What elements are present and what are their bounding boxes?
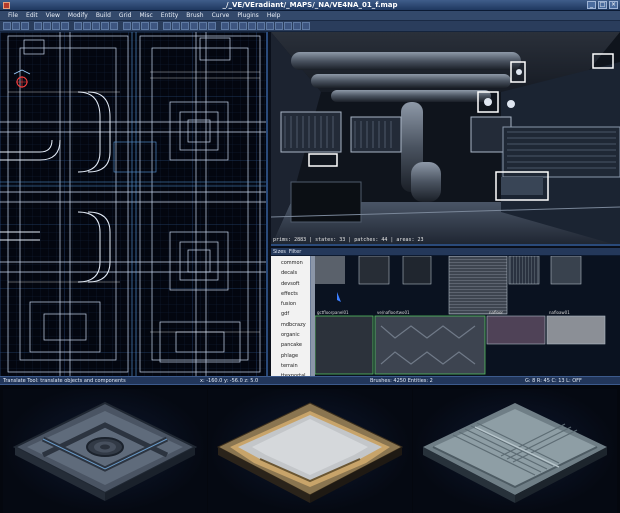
tab-filter[interactable]: Filter xyxy=(289,248,301,255)
folder-item[interactable]: phlage xyxy=(271,351,310,361)
window-controls: _ □ × xyxy=(587,1,618,9)
menu-grid[interactable]: Grid xyxy=(115,11,136,20)
toolbar-button[interactable] xyxy=(239,22,247,30)
folder-item[interactable]: organic xyxy=(271,330,310,340)
folder-item[interactable]: mdbcrazy xyxy=(271,320,310,330)
close-button[interactable]: × xyxy=(609,1,618,9)
folder-item[interactable]: decals xyxy=(271,268,310,278)
status-grid-info: G: 8 R: 45 C: 13 L: OFF xyxy=(525,378,582,384)
texture-label: ve/nafloortwo01 xyxy=(377,310,410,315)
status-counts: Brushes: 4250 Entities: 2 xyxy=(370,378,433,384)
floor-tile-preview-marble xyxy=(208,389,412,513)
folder-item[interactable]: devsoft xyxy=(271,279,310,289)
menu-brush[interactable]: Brush xyxy=(182,11,207,20)
floor-tile-preview-vent xyxy=(3,389,207,513)
minimize-button[interactable]: _ xyxy=(587,1,596,9)
tab-sizes[interactable]: Sizes xyxy=(273,248,286,255)
toolbar-button[interactable] xyxy=(275,22,283,30)
toolbar-button[interactable] xyxy=(101,22,109,30)
folder-item[interactable]: common xyxy=(271,258,310,268)
menu-build[interactable]: Build xyxy=(92,11,115,20)
camera-stats: prims: 2883 | states: 33 | patches: 44 |… xyxy=(273,237,424,243)
toolbar-button[interactable] xyxy=(141,22,149,30)
menu-modify[interactable]: Modify xyxy=(64,11,92,20)
menu-bar: File Edit View Modify Build Grid Misc En… xyxy=(0,11,620,21)
toolbar-button[interactable] xyxy=(199,22,207,30)
toolbar-button[interactable] xyxy=(92,22,100,30)
toolbar-button[interactable] xyxy=(257,22,265,30)
floor-tile-render-marble xyxy=(216,402,404,503)
texture-folder-list: common decals devsoft effects fusion gdf… xyxy=(271,256,311,392)
texture-label: gctfloorpanel01 xyxy=(317,310,349,315)
toolbar-button[interactable] xyxy=(230,22,238,30)
toolbar-button[interactable] xyxy=(3,22,11,30)
floor-tile-render-grate xyxy=(423,403,607,503)
toolbar-button[interactable] xyxy=(302,22,310,30)
toolbar-button[interactable] xyxy=(248,22,256,30)
toolbar-button[interactable] xyxy=(208,22,216,30)
toolbar-button[interactable] xyxy=(190,22,198,30)
grid-wireframe xyxy=(0,32,266,376)
toolbar-button[interactable] xyxy=(61,22,69,30)
toolbar-button[interactable] xyxy=(172,22,180,30)
texture-browser: Sizes Filter common decals devsoft effec… xyxy=(271,248,620,392)
toolbar-button[interactable] xyxy=(43,22,51,30)
menu-plugins[interactable]: Plugins xyxy=(233,11,263,20)
folder-item[interactable]: terrain xyxy=(271,361,310,371)
toolbar-button[interactable] xyxy=(123,22,131,30)
top-down-grid-viewport[interactable] xyxy=(0,32,268,376)
toolbar-button[interactable] xyxy=(34,22,42,30)
toolbar xyxy=(0,21,620,32)
window-title: _/_VE/VEradiant/_MAPS/_NA/VE4NA_01_f.map xyxy=(222,1,398,9)
camera-render xyxy=(271,32,620,244)
toolbar-button[interactable] xyxy=(83,22,91,30)
folder-item[interactable]: effects xyxy=(271,289,310,299)
menu-view[interactable]: View xyxy=(42,11,64,20)
toolbar-button[interactable] xyxy=(284,22,292,30)
folder-item[interactable]: gdf xyxy=(271,309,310,319)
texture-browser-menu: Sizes Filter xyxy=(271,248,620,256)
texture-thumbnail-grid[interactable]: gctfloorpanel01 ve/nafloortwo01 nafloor … xyxy=(315,256,620,376)
toolbar-button[interactable] xyxy=(150,22,158,30)
toolbar-button[interactable] xyxy=(21,22,29,30)
toolbar-button[interactable] xyxy=(181,22,189,30)
toolbar-button[interactable] xyxy=(132,22,140,30)
floor-tile-render-vent xyxy=(12,401,198,501)
menu-file[interactable]: File xyxy=(4,11,22,20)
3d-camera-viewport[interactable]: prims: 2883 | states: 33 | patches: 44 |… xyxy=(271,32,620,246)
texture-preview-strip xyxy=(0,385,620,513)
texture-label: nafloaw01 xyxy=(549,310,570,315)
floor-tile-preview-grate xyxy=(413,389,617,513)
menu-misc[interactable]: Misc xyxy=(135,11,156,20)
status-coordinates: x: -160.0 y: -56.0 z: 5.0 xyxy=(200,378,259,384)
status-message: Translate Tool: translate objects and co… xyxy=(3,378,126,384)
menu-entity[interactable]: Entity xyxy=(157,11,183,20)
menu-help[interactable]: Help xyxy=(263,11,285,20)
toolbar-button[interactable] xyxy=(12,22,20,30)
texture-label: nafloor xyxy=(489,310,504,315)
texture-thumbnails xyxy=(315,256,606,375)
toolbar-button[interactable] xyxy=(221,22,229,30)
toolbar-button[interactable] xyxy=(163,22,171,30)
title-bar: _/_VE/VEradiant/_MAPS/_NA/VE4NA_01_f.map… xyxy=(0,0,620,11)
status-bar: Translate Tool: translate objects and co… xyxy=(0,376,620,385)
toolbar-button[interactable] xyxy=(110,22,118,30)
toolbar-button[interactable] xyxy=(293,22,301,30)
folder-item[interactable]: pancake xyxy=(271,340,310,350)
folder-item[interactable]: fusion xyxy=(271,299,310,309)
menu-curve[interactable]: Curve xyxy=(208,11,234,20)
toolbar-button[interactable] xyxy=(74,22,82,30)
menu-edit[interactable]: Edit xyxy=(22,11,42,20)
toolbar-button[interactable] xyxy=(266,22,274,30)
toolbar-button[interactable] xyxy=(52,22,60,30)
maximize-button[interactable]: □ xyxy=(598,1,607,9)
